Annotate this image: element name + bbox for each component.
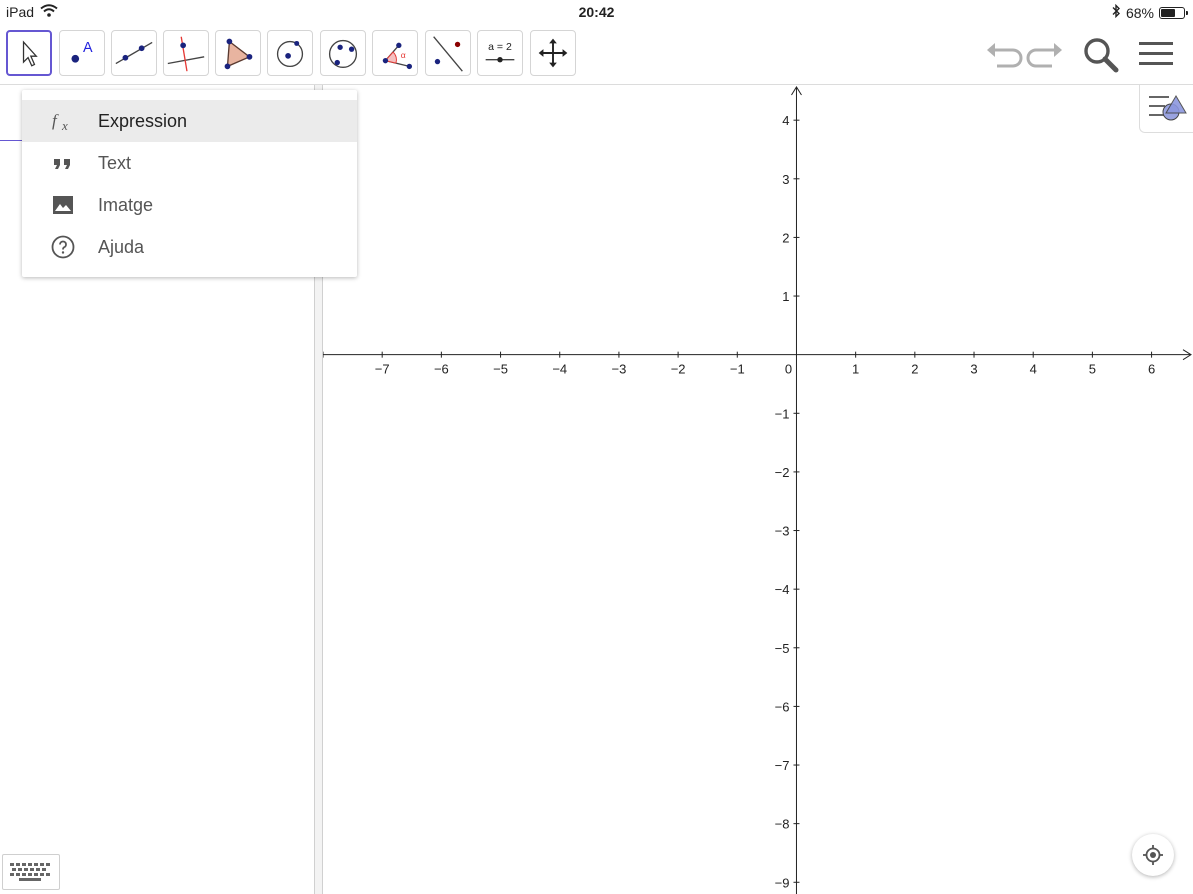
keyboard-icon (10, 863, 50, 881)
search-button[interactable] (1080, 34, 1120, 74)
perpendicular-line-tool-button[interactable] (163, 30, 209, 76)
perpendicular-line-icon (167, 36, 205, 72)
angle-tool-button[interactable]: α (372, 30, 418, 76)
y-tick-label: −6 (775, 699, 790, 714)
point-tool-button[interactable]: A (59, 30, 105, 76)
y-tick-label: −5 (775, 641, 790, 656)
main-menu-button[interactable] (1136, 34, 1176, 74)
y-tick-label: 3 (782, 172, 789, 187)
x-tick-label: −4 (552, 362, 567, 377)
quote-icon (51, 151, 75, 175)
menu-item-text[interactable]: Text (22, 142, 357, 184)
y-tick-label: 2 (782, 230, 789, 245)
circle-center-point-icon (276, 40, 304, 68)
x-tick-label: −5 (493, 362, 508, 377)
redo-button[interactable] (1026, 34, 1066, 74)
search-icon (1084, 38, 1119, 73)
line-icon (115, 41, 153, 65)
style-bar-icon (1149, 95, 1187, 121)
x-tick-label: 5 (1089, 362, 1096, 377)
move-tool-button[interactable] (6, 30, 52, 76)
input-type-menu: f x Expression Text Imatge Ajuda (22, 90, 357, 277)
clock: 20:42 (578, 4, 615, 20)
locate-icon (1143, 845, 1163, 865)
status-bar: iPad 20:42 68% (0, 0, 1193, 24)
x-tick-label: 0 (785, 362, 792, 377)
svg-text:x: x (61, 118, 68, 133)
menu-item-help[interactable]: Ajuda (22, 226, 357, 268)
help-circle-icon (51, 235, 75, 259)
point-icon: A (71, 40, 93, 63)
x-tick-label: 6 (1148, 362, 1155, 377)
move-arrow-icon (22, 40, 38, 67)
y-tick-label: −7 (775, 758, 790, 773)
svg-text:A: A (83, 40, 93, 56)
svg-text:a = 2: a = 2 (488, 41, 512, 53)
y-tick-label: −3 (775, 524, 790, 539)
battery-percent: 68% (1125, 4, 1154, 21)
x-tick-label: 1 (852, 362, 859, 377)
polygon-tool-button[interactable] (215, 30, 261, 76)
keyboard-button[interactable] (2, 854, 60, 890)
menu-icon (1139, 42, 1173, 65)
x-tick-label: −1 (730, 362, 745, 377)
x-tick-label: −7 (375, 362, 390, 377)
standard-view-button[interactable] (1132, 834, 1174, 876)
menu-item-image[interactable]: Imatge (22, 184, 357, 226)
y-tick-label: −1 (775, 406, 790, 421)
line-tool-button[interactable] (111, 30, 157, 76)
x-tick-label: 3 (970, 362, 977, 377)
redo-icon (1026, 43, 1062, 68)
angle-icon: α (382, 42, 413, 70)
reflect-about-line-icon (433, 36, 463, 72)
slider-tool-button[interactable]: a = 2 (477, 30, 523, 76)
undo-icon (987, 43, 1023, 68)
image-icon (51, 193, 75, 217)
svg-text:f: f (52, 111, 59, 130)
x-tick-label: −3 (612, 362, 627, 377)
y-tick-label: 1 (782, 289, 789, 304)
y-tick-label: −8 (775, 817, 790, 832)
x-tick-label: 2 (911, 362, 918, 377)
circle-three-points-icon (328, 39, 358, 69)
battery-icon (1159, 6, 1188, 19)
x-tick-label: 4 (1030, 362, 1037, 377)
circle-three-points-tool-button[interactable] (320, 30, 366, 76)
menu-item-expression[interactable]: f x Expression (22, 100, 357, 142)
move-graphics-tool-button[interactable] (530, 30, 576, 76)
bluetooth-icon (1112, 3, 1121, 21)
function-fx-icon: f x (51, 109, 75, 133)
undo-button[interactable] (983, 34, 1023, 74)
x-tick-label: −6 (434, 362, 449, 377)
style-bar-toggle-button[interactable] (1139, 85, 1193, 133)
x-tick-label: −2 (671, 362, 686, 377)
slider-icon: a = 2 (485, 41, 515, 63)
polygon-icon (224, 38, 253, 70)
y-tick-label: −4 (775, 582, 790, 597)
coordinate-axes: −7 −6 −5 −4 −3 −2 −1 0 1 2 3 4 5 6 4 3 2 1 −1 −2 −3 −4 −5 −6 −7 −… (323, 86, 1192, 894)
y-tick-label: −9 (775, 875, 790, 890)
y-tick-label: 4 (782, 113, 789, 128)
input-row-underline (0, 140, 22, 141)
svg-text:α: α (401, 50, 406, 60)
graphics-view[interactable]: −7 −6 −5 −4 −3 −2 −1 0 1 2 3 4 5 6 4 3 2 1 −1 −2 −3 −4 −5 −6 −7 −… (323, 85, 1193, 894)
reflect-about-line-tool-button[interactable] (425, 30, 471, 76)
circle-center-point-tool-button[interactable] (267, 30, 313, 76)
move-graphics-icon (538, 38, 568, 68)
toolbar: A α a = 2 (0, 24, 1193, 85)
y-tick-label: −2 (775, 465, 790, 480)
